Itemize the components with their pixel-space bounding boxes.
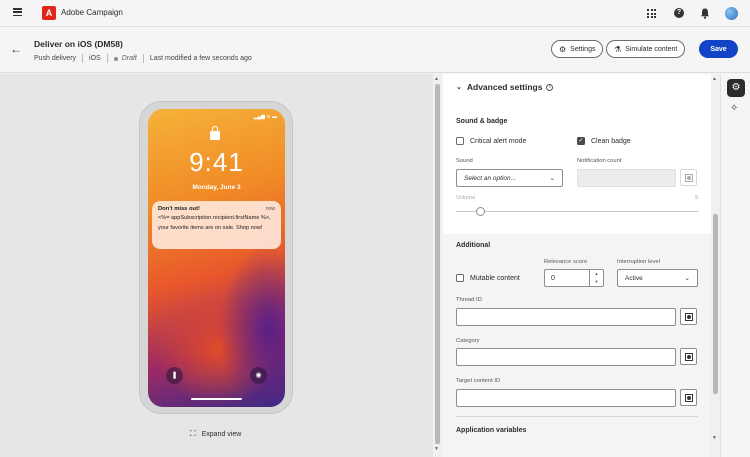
checkmark-icon[interactable]: ✓	[577, 137, 585, 145]
flashlight-icon: ❚	[166, 367, 183, 384]
checkbox-box[interactable]	[456, 137, 464, 145]
sound-select[interactable]: Select an option... ⌄	[456, 169, 563, 187]
last-modified: Last modified a few seconds ago	[149, 55, 252, 62]
app-grid-icon[interactable]	[647, 9, 656, 18]
stepper-arrows-icon[interactable]: ▲ ▼	[589, 270, 603, 286]
phone-frame: ▂▄▆ ≋ ▬ 9:41 Monday, June 3 Don't miss o…	[139, 101, 293, 414]
simulate-button-label: Simulate content	[625, 45, 678, 53]
critical-alert-checkbox[interactable]: Critical alert mode	[456, 137, 526, 145]
simulate-icon: ⚗	[614, 44, 622, 54]
avatar[interactable]	[725, 7, 738, 20]
advanced-settings-title: Advanced settings	[466, 82, 543, 92]
personalization-icon	[680, 169, 697, 186]
phone-screen: ▂▄▆ ≋ ▬ 9:41 Monday, June 3 Don't miss o…	[148, 109, 285, 407]
additional-heading: Additional	[456, 242, 491, 249]
notification-count-label: Notification count	[577, 158, 622, 164]
chevron-down-icon: ⌄	[549, 175, 555, 182]
status-badge: Draft	[121, 55, 137, 62]
status-dot-icon	[113, 56, 118, 61]
sound-badge-heading: Sound & badge	[456, 118, 508, 125]
settings-panel: ⌄ Advanced settings i Sound & badge Crit…	[443, 74, 711, 457]
category-label: Category	[456, 338, 480, 344]
status-bar-icons: ▂▄▆ ≋ ▬	[253, 114, 277, 120]
personalization-icon[interactable]	[680, 348, 697, 365]
interruption-level-value: Active	[625, 274, 643, 282]
scrollbar-thumb[interactable]	[435, 84, 440, 444]
personalization-icon[interactable]	[680, 389, 697, 406]
preview-scrollbar[interactable]: ▲ ▼	[433, 74, 442, 457]
right-rail: ⚙ ✧	[720, 74, 750, 457]
adobe-logo: A	[42, 6, 56, 20]
thread-id-label: Thread ID	[456, 297, 482, 303]
clean-badge-label: Clean badge	[591, 137, 631, 145]
save-button[interactable]: Save	[699, 40, 738, 58]
app-title: Adobe Campaign	[61, 8, 123, 17]
relevance-score-value: 0	[551, 274, 555, 282]
scroll-down-icon[interactable]: ▼	[712, 435, 717, 441]
wand-icon[interactable]: ✧	[730, 103, 738, 114]
relevance-score-label: Relevance score	[544, 259, 588, 265]
preview-pane: ▂▄▆ ≋ ▬ 9:41 Monday, June 3 Don't miss o…	[0, 74, 433, 457]
mutable-content-checkbox[interactable]: Mutable content	[456, 274, 520, 282]
bell-icon[interactable]	[700, 8, 710, 19]
lock-screen-time: 9:41	[189, 147, 244, 177]
clean-badge-checkbox[interactable]: ✓ Clean badge	[577, 137, 631, 145]
camera-icon: ◉	[250, 367, 267, 384]
page-header: ← Deliver on iOS (DM58) Push delivery iO…	[0, 28, 750, 73]
top-bar: A Adobe Campaign ?	[0, 0, 750, 27]
scroll-down-icon[interactable]: ▼	[434, 446, 439, 452]
arrow-left-icon[interactable]: ←	[10, 42, 22, 56]
expand-icon: ⛶	[190, 429, 196, 438]
sound-label: Sound	[456, 158, 473, 164]
expand-view-label: Expand view	[201, 430, 242, 438]
delivery-meta: Push delivery iOS Draft Last modified a …	[34, 54, 252, 63]
panel-scrollbar[interactable]: ▲ ▼	[711, 74, 720, 457]
info-icon[interactable]: i	[546, 83, 554, 91]
help-icon[interactable]: ?	[674, 8, 684, 18]
volume-max: 9	[695, 195, 699, 201]
home-indicator	[191, 398, 242, 400]
target-content-id-field[interactable]	[456, 389, 676, 407]
sound-select-value: Select an option...	[464, 174, 517, 182]
notification-title: Don't miss out!	[158, 206, 200, 212]
divider	[456, 416, 698, 417]
advanced-settings-header[interactable]: ⌄ Advanced settings i	[456, 82, 554, 92]
lock-icon	[210, 126, 220, 140]
volume-slider-handle[interactable]	[476, 207, 485, 216]
interruption-level-label: Interruption level	[617, 259, 660, 265]
target-content-id-label: Target content ID	[456, 378, 501, 384]
platform-label: iOS	[89, 55, 101, 62]
lock-screen-date: Monday, June 3	[192, 184, 241, 191]
personalization-icon[interactable]	[680, 308, 697, 325]
checkbox-box[interactable]	[456, 274, 464, 282]
notification-time: now	[265, 206, 275, 212]
relevance-score-stepper[interactable]: 0 ▲ ▼	[544, 269, 604, 287]
page-title: Deliver on iOS (DM58)	[34, 39, 123, 49]
mutable-content-label: Mutable content	[470, 274, 520, 282]
critical-alert-label: Critical alert mode	[470, 137, 527, 145]
application-variables-heading: Application variables	[456, 427, 527, 434]
volume-label: Volume	[456, 195, 476, 201]
settings-button-label: Settings	[570, 45, 596, 53]
gear-icon[interactable]: ⚙	[727, 79, 745, 97]
category-field[interactable]	[456, 348, 676, 366]
hamburger-icon[interactable]	[13, 8, 22, 17]
scroll-up-icon[interactable]: ▲	[712, 76, 717, 82]
notification-card: Don't miss out! now <%= appSubscription.…	[152, 201, 281, 249]
settings-button[interactable]: ⚙ Settings	[551, 40, 604, 58]
chevron-down-icon: ⌄	[456, 84, 462, 91]
simulate-content-button[interactable]: ⚗ Simulate content	[606, 40, 686, 58]
scrollbar-thumb[interactable]	[713, 214, 718, 394]
notification-body: <%= appSubscription.recipient.firstName …	[158, 215, 271, 231]
scroll-up-icon[interactable]: ▲	[434, 76, 439, 82]
settings-icon: ⚙	[559, 44, 567, 54]
expand-view-button[interactable]: ⛶ Expand view	[190, 429, 241, 439]
thread-id-field[interactable]	[456, 308, 676, 326]
volume-slider-track[interactable]	[456, 211, 698, 212]
chevron-down-icon: ⌄	[684, 275, 690, 282]
additional-section-bg	[443, 234, 711, 457]
interruption-level-select[interactable]: Active ⌄	[617, 269, 698, 287]
notification-count-field	[577, 169, 676, 187]
channel-label: Push delivery	[34, 55, 77, 62]
